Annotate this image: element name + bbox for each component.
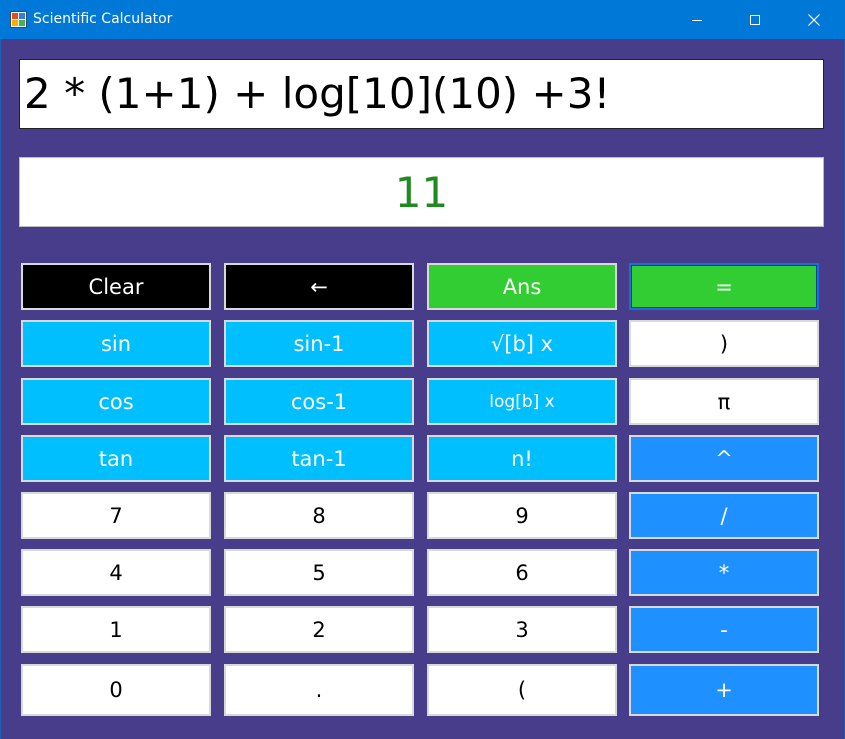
minimize-icon [692, 19, 702, 21]
sin-button[interactable]: sin [21, 320, 211, 367]
digit-2-button[interactable]: 2 [224, 606, 414, 653]
factorial-button[interactable]: n! [427, 435, 617, 482]
result-display: 11 [19, 157, 824, 227]
close-button[interactable] [785, 0, 843, 39]
digit-0-button[interactable]: 0 [21, 664, 211, 716]
ans-button[interactable]: Ans [427, 263, 617, 310]
digit-4-button[interactable]: 4 [21, 549, 211, 596]
tan-button[interactable]: tan [21, 435, 211, 482]
maximize-icon [750, 14, 760, 25]
multiply-button[interactable]: * [629, 549, 819, 596]
divide-button[interactable]: / [629, 492, 819, 539]
close-paren-button[interactable]: ) [629, 320, 819, 367]
plus-button[interactable]: + [629, 664, 819, 716]
equals-button[interactable]: = [629, 263, 819, 310]
close-icon [808, 13, 820, 26]
title-bar: Scientific Calculator [0, 0, 845, 39]
calculator-app-icon [10, 11, 27, 28]
digit-3-button[interactable]: 3 [427, 606, 617, 653]
digit-8-button[interactable]: 8 [224, 492, 414, 539]
digit-1-button[interactable]: 1 [21, 606, 211, 653]
cos-button[interactable]: cos [21, 378, 211, 425]
clear-button[interactable]: Clear [21, 263, 211, 310]
maximize-button[interactable] [726, 0, 784, 39]
expression-input[interactable]: 2 * (1+1) + log[10](10) +3! [19, 59, 824, 129]
digit-7-button[interactable]: 7 [21, 492, 211, 539]
digit-6-button[interactable]: 6 [427, 549, 617, 596]
minimize-button[interactable] [668, 0, 726, 39]
window-title: Scientific Calculator [33, 11, 173, 27]
log-button[interactable]: log[b] x [427, 378, 617, 425]
backspace-button[interactable]: ← [224, 263, 414, 310]
decimal-point-button[interactable]: . [224, 664, 414, 716]
pi-button[interactable]: π [629, 378, 819, 425]
root-button[interactable]: √[b] x [427, 320, 617, 367]
asin-button[interactable]: sin-1 [224, 320, 414, 367]
acos-button[interactable]: cos-1 [224, 378, 414, 425]
minus-button[interactable]: - [629, 606, 819, 653]
digit-9-button[interactable]: 9 [427, 492, 617, 539]
power-button[interactable]: ^ [629, 435, 819, 482]
atan-button[interactable]: tan-1 [224, 435, 414, 482]
digit-5-button[interactable]: 5 [224, 549, 414, 596]
open-paren-button[interactable]: ( [427, 664, 617, 716]
